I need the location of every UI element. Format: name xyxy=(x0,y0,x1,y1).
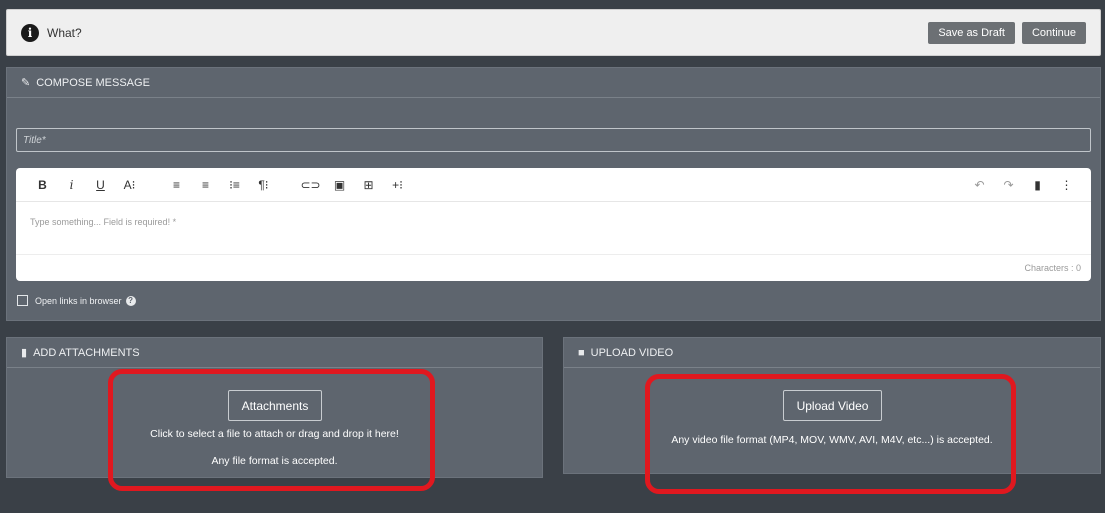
open-links-checkbox[interactable] xyxy=(17,295,28,306)
open-links-option: Open links in browser ? xyxy=(17,295,136,306)
more-options-icon[interactable]: ⋮ xyxy=(1052,178,1081,192)
open-links-label: Open links in browser xyxy=(35,295,122,306)
paperclip-icon: ▮ xyxy=(21,347,28,359)
editor-toolbar: B i U A⁝ ≡ ≡ ⁝≡ ¶⁝ ⊂⊃ ▣ ⊞ +⁝ ↶ ↷ ▮ ⋮ xyxy=(16,168,1091,202)
save-as-draft-button[interactable]: Save as Draft xyxy=(928,21,1015,44)
undo-icon[interactable]: ↶ xyxy=(965,178,994,192)
page-title: What? xyxy=(47,25,82,40)
redo-icon[interactable]: ↷ xyxy=(994,178,1023,192)
pencil-icon: ✎ xyxy=(21,77,31,89)
insert-more-icon[interactable]: +⁝ xyxy=(383,178,412,192)
help-icon[interactable]: ? xyxy=(125,295,136,306)
paragraph-format-icon[interactable]: ¶⁝ xyxy=(249,178,278,192)
table-icon[interactable]: ⊞ xyxy=(354,178,383,192)
title-placeholder: Title* xyxy=(23,134,46,146)
attachments-highlight-box xyxy=(108,369,435,491)
compose-message-panel: ✎ COMPOSE MESSAGE Title* B i U A⁝ ≡ ≡ ⁝≡… xyxy=(6,67,1101,321)
align-center-icon[interactable]: ≡ xyxy=(191,178,220,192)
video-highlight-box xyxy=(645,374,1016,494)
info-icon: i xyxy=(21,23,39,42)
attachments-header-label: ADD ATTACHMENTS xyxy=(33,346,140,359)
link-icon[interactable]: ⊂⊃ xyxy=(296,178,325,192)
video-header: ■ UPLOAD VIDEO xyxy=(564,338,1100,368)
book-icon[interactable]: ▮ xyxy=(1023,178,1052,192)
rich-text-editor: B i U A⁝ ≡ ≡ ⁝≡ ¶⁝ ⊂⊃ ▣ ⊞ +⁝ ↶ ↷ ▮ ⋮ Typ… xyxy=(16,168,1091,281)
editor-content-area[interactable]: Type something... Field is required! * xyxy=(16,202,1091,254)
attachments-header: ▮ ADD ATTACHMENTS xyxy=(7,338,542,368)
video-header-label: UPLOAD VIDEO xyxy=(590,346,674,359)
video-camera-icon: ■ xyxy=(578,346,585,359)
compose-header: ✎ COMPOSE MESSAGE xyxy=(7,68,1100,98)
compose-header-label: COMPOSE MESSAGE xyxy=(36,76,150,89)
toolbar-right-group: ↶ ↷ ▮ ⋮ xyxy=(965,168,1081,202)
bold-icon[interactable]: B xyxy=(28,178,57,192)
underline-icon[interactable]: U xyxy=(86,178,115,192)
align-left-icon[interactable]: ≡ xyxy=(162,178,191,192)
continue-button[interactable]: Continue xyxy=(1021,21,1086,44)
image-icon[interactable]: ▣ xyxy=(325,178,354,192)
font-size-icon[interactable]: A⁝ xyxy=(115,178,144,192)
ordered-list-icon[interactable]: ⁝≡ xyxy=(220,178,249,192)
title-input[interactable]: Title* xyxy=(16,128,1091,152)
italic-icon[interactable]: i xyxy=(57,178,86,192)
top-bar: i What? Save as Draft Continue xyxy=(6,9,1101,56)
editor-placeholder: Type something... Field is required! * xyxy=(30,217,177,227)
character-count: Characters : 0 xyxy=(16,254,1091,281)
